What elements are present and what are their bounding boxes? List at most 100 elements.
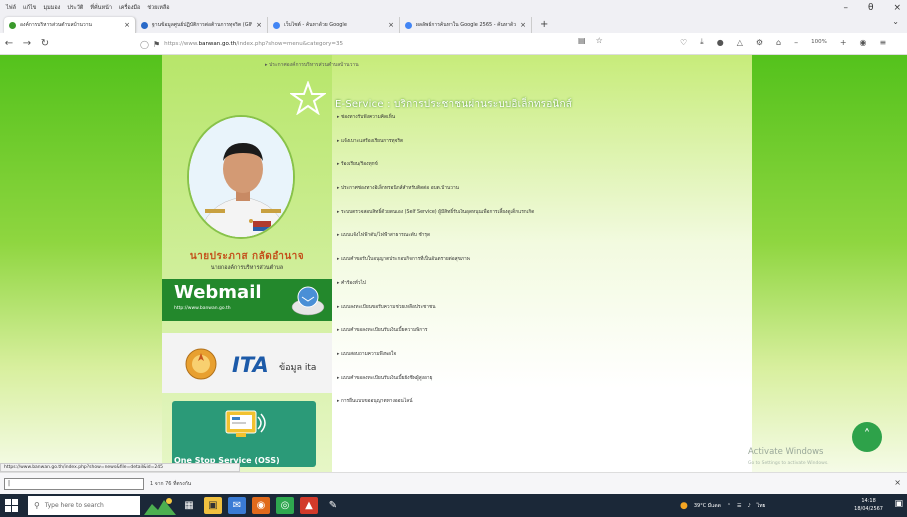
zoom-level[interactable]: 100%	[811, 39, 827, 45]
tab-strip: องค์การบริหารส่วนตำบลบ้านวาน × ฐานข้อมูล…	[0, 15, 907, 33]
menu-item-general-request[interactable]: คำร้องทั่วไป	[337, 279, 534, 303]
webmail-banner[interactable]: Webmail http://www.banwan.go.th	[162, 279, 332, 321]
window-controls: – θ ×	[843, 0, 901, 15]
pocket-icon[interactable]: ♡	[680, 38, 687, 47]
paint-icon[interactable]: ✎	[324, 497, 342, 514]
close-tab-icon[interactable]: ×	[256, 21, 262, 29]
announcement-link[interactable]: ▸ ประกาศองค์การบริหารส่วนตำบลบ้านวาน	[265, 61, 359, 69]
ita-emblem-icon	[185, 348, 217, 380]
menu-history[interactable]: ประวัติ	[67, 4, 83, 12]
back-arrow-icon[interactable]: ←	[0, 38, 18, 49]
windows-taskbar: ⚲ Type here to search ▦ ▣ ✉ ◉ ◎ ▲ ✎ ● 39…	[0, 494, 907, 517]
download-icon[interactable]: ⤓	[700, 37, 704, 47]
search-placeholder: Type here to search	[44, 502, 104, 509]
find-input[interactable]: |	[4, 478, 144, 490]
menu-item-report-corruption[interactable]: แจ้งเบาะแสร้องเรียนการทุจริต	[337, 137, 534, 161]
taskbar-apps: ▦ ▣ ✉ ◉ ◎ ▲ ✎	[180, 497, 342, 514]
web-content: ▸ ประกาศองค์การบริหารส่วนตำบลบ้านวาน นาย…	[0, 55, 907, 472]
search-icon: ⚲	[34, 501, 40, 510]
clock-time: 14:18	[861, 498, 876, 504]
menu-bookmarks[interactable]: ที่คั่นหน้า	[90, 4, 112, 12]
menu-item-public-assistance[interactable]: แบบลงทะเบียนขอรับความช่วยเหลือประชาชน	[337, 303, 534, 327]
toolbar-icons: ♡ ⤓ ● △ ⚙ ⌂ – 100% + ◉ ≡	[680, 37, 886, 47]
volume-icon[interactable]: ♪	[748, 503, 751, 509]
tray-chevron-icon[interactable]: ⌃	[727, 503, 731, 509]
close-tab-icon[interactable]: ×	[124, 21, 130, 29]
language-indicator[interactable]: ไทย	[757, 502, 766, 510]
new-tab-button[interactable]: +	[532, 17, 556, 33]
menu-view[interactable]: มุมมอง	[43, 4, 60, 12]
menu-item-feedback[interactable]: ช่องทางรับฟังความคิดเห็น	[337, 113, 534, 137]
task-view-icon[interactable]: ▦	[180, 497, 198, 514]
weather-icon[interactable]: ●	[680, 501, 688, 511]
tab-google-2[interactable]: ผลลัพธ์การค้นหาใน Google 2565 - ค้นหาด้ว…	[400, 17, 532, 33]
google-favicon-icon	[273, 21, 280, 29]
acrobat-icon[interactable]: ▲	[300, 497, 318, 514]
firefox-icon[interactable]: ◉	[252, 497, 270, 514]
site-favicon-icon	[9, 21, 16, 29]
menu-tools[interactable]: เครื่องมือ	[119, 4, 140, 12]
navigation-bar: ← → ↻ ◯ ⚑ https://www. banwan.go.th/index…	[0, 33, 907, 55]
tab-list-chevron-icon[interactable]: ⌄	[892, 17, 899, 26]
chrome-icon[interactable]: ◎	[276, 497, 294, 514]
menu-item-power-outage[interactable]: แบบแจ้งไฟฟ้าดับ/ไฟฟ้าสาธารณะดับ ชำรุด	[337, 231, 534, 255]
close-tab-icon[interactable]: ×	[388, 21, 394, 29]
menu-item-health-license[interactable]: แบบคำขอรับใบอนุญาตประกอบกิจการที่เป็นอัน…	[337, 255, 534, 279]
browser-menubar: ไฟล์ แก้ไข มุมมอง ประวัติ ที่คั่นหน้า เค…	[0, 0, 907, 15]
system-tray: ● 39°C มีแดด ⌃ ☰ ♪ ไทย	[680, 494, 765, 517]
tab-google-1[interactable]: เว็บไซต์ - ค้นหาด้วย Google ×	[268, 17, 400, 33]
close-window-button[interactable]: ×	[893, 3, 901, 13]
activate-windows-subtext: Go to Settings to activate Windows.	[748, 461, 829, 466]
weather-text[interactable]: 39°C มีแดด	[694, 502, 721, 510]
forward-arrow-icon[interactable]: →	[18, 38, 36, 49]
menu-item-electronic-channel[interactable]: ประกาศช่องทางอิเล็กทรอนิกส์สำหรับติดต่อ …	[337, 184, 534, 208]
ita-banner[interactable]: ITA ข้อมูล ita	[162, 333, 332, 393]
url-bar[interactable]: ◯ ⚑ https://www. banwan.go.th/index.php?s…	[140, 36, 600, 52]
menu-item-online-permit[interactable]: การยื่นแบบขออนุญาตทางออนไลน์	[337, 397, 534, 421]
find-close-icon[interactable]: ×	[894, 478, 901, 487]
menu-file[interactable]: ไฟล์	[6, 4, 16, 12]
zoom-in-icon[interactable]: +	[840, 38, 847, 47]
tab-title: ผลลัพธ์การค้นหาใน Google 2565 - ค้นหาด้ว…	[416, 22, 517, 28]
webmail-url: http://www.banwan.go.th	[174, 306, 231, 311]
person-name: นายประภาส กลัดอำนาจ	[189, 251, 305, 262]
eservice-menu: ช่องทางรับฟังความคิดเห็น แจ้งเบาะแสร้องเ…	[337, 113, 534, 421]
account-icon[interactable]: ●	[717, 38, 724, 47]
minimize-button[interactable]: –	[843, 3, 848, 13]
menu-item-satisfaction-survey[interactable]: แบบสอบถามความพึงพอใจ	[337, 350, 534, 374]
file-explorer-icon[interactable]: ▣	[204, 497, 222, 514]
scroll-to-top-button[interactable]: ˄	[852, 422, 882, 452]
taskbar-search-box[interactable]: ⚲ Type here to search	[28, 496, 140, 515]
windows-start-icon[interactable]	[5, 499, 18, 512]
oss-banner[interactable]: One Stop Service (OSS)	[172, 401, 316, 467]
notification-icon[interactable]: ▣	[894, 499, 903, 509]
lock-icon[interactable]: ⚑	[153, 40, 160, 49]
menu-item-elderly-allowance[interactable]: แบบคำขอลงทะเบียนรับเงินเบี้ยยังชีพผู้สูง…	[337, 374, 534, 398]
mail-app-icon[interactable]: ✉	[228, 497, 246, 514]
menu-item-complaint[interactable]: ร้องเรียน/ร้องทุกข์	[337, 160, 534, 184]
network-icon[interactable]: ☰	[737, 503, 741, 509]
reader-view-icon[interactable]: ▤	[578, 36, 586, 45]
zoom-out-icon[interactable]: –	[794, 38, 798, 47]
menu-item-disability-allowance[interactable]: แบบคำขอลงทะเบียนรับเงินเบี้ยความพิการ	[337, 326, 534, 350]
tab-ginfo[interactable]: ฐานข้อมูลศูนย์ปฏิบัติการต่อต้านการทุจริต…	[136, 17, 268, 33]
tab-banwan[interactable]: องค์การบริหารส่วนตำบลบ้านวาน ×	[4, 17, 136, 33]
menu-help[interactable]: ช่วยเหลือ	[147, 4, 169, 12]
close-tab-icon[interactable]: ×	[520, 21, 526, 29]
maximize-button[interactable]: θ	[868, 3, 874, 13]
bookmark-star-icon[interactable]: ☆	[596, 36, 603, 45]
clock[interactable]: 14:18 18/04/2567	[854, 497, 883, 513]
reload-icon[interactable]: ↻	[36, 38, 54, 49]
home-icon[interactable]: ⌂	[776, 38, 781, 47]
menu-item-self-service[interactable]: ระบบตรวจสอบสิทธิ์ด้วยตนเอง (Self Service…	[337, 208, 534, 232]
firefox-account-icon[interactable]: ◉	[860, 38, 867, 47]
tab-title: เว็บไซต์ - ค้นหาด้วย Google	[284, 22, 347, 28]
ita-caption: ข้อมูล ita	[279, 363, 317, 373]
shield-icon[interactable]: ◯	[140, 40, 149, 49]
menu-edit[interactable]: แก้ไข	[23, 4, 36, 12]
menu-hamburger-icon[interactable]: ≡	[880, 38, 887, 47]
find-match-count: 1 จาก 76 ที่ตรงกัน	[150, 481, 192, 487]
library-icon[interactable]: △	[737, 38, 743, 47]
cortana-landscape-icon[interactable]	[144, 496, 176, 515]
extensions-icon[interactable]: ⚙	[756, 38, 763, 47]
